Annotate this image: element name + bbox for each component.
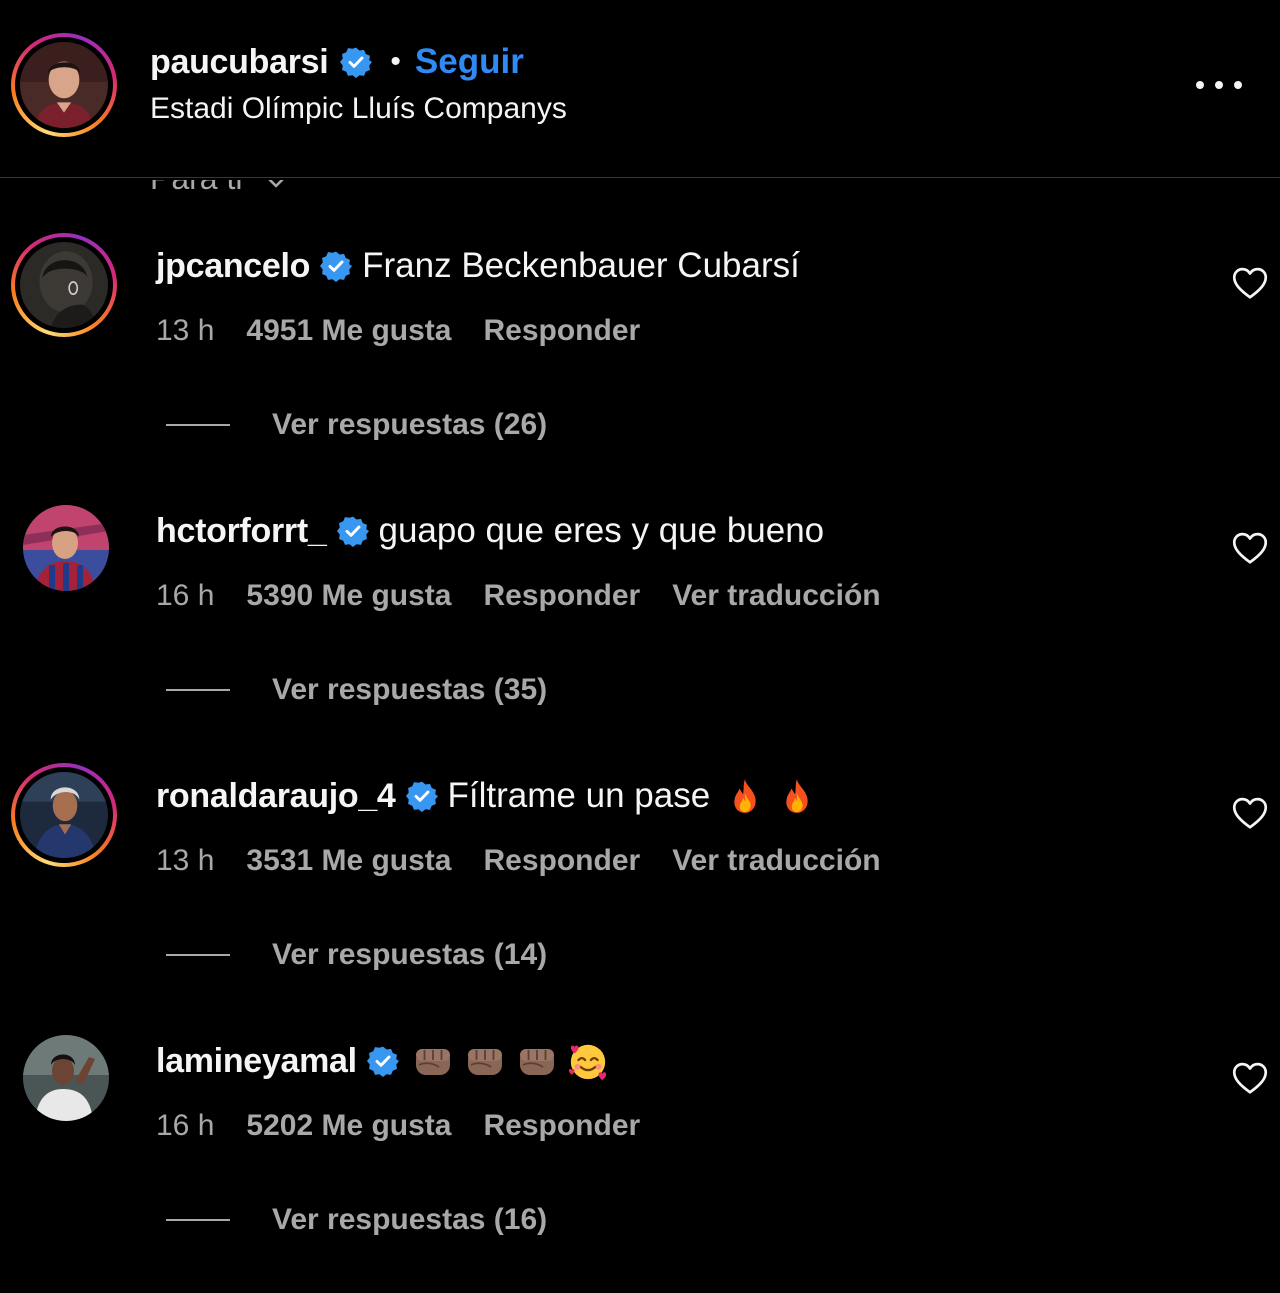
avatar-photo bbox=[20, 42, 108, 128]
reply-button[interactable]: Responder bbox=[483, 844, 640, 878]
comment-time: 13 h bbox=[156, 314, 215, 347]
view-replies-label: Ver respuestas (26) bbox=[272, 408, 548, 441]
commenter-avatar[interactable] bbox=[23, 1035, 109, 1121]
comment-item: jpcancelo Franz Beckenbauer Cubarsí 13 h… bbox=[0, 233, 1280, 498]
comment-text: guapo que eres y que bueno bbox=[378, 511, 825, 550]
fire-emoji-icon bbox=[730, 777, 760, 815]
comment-body: ronaldaraujo_4 Fíltrame un pase bbox=[156, 771, 812, 821]
post-location[interactable]: Estadi Olímpic Lluís Companys bbox=[150, 92, 567, 126]
comment-meta: 13 h 4951 Me gusta Responder bbox=[156, 311, 672, 351]
fist-emoji-icon bbox=[517, 1043, 557, 1079]
verified-badge-icon bbox=[367, 1045, 399, 1077]
post-header: paucubarsi • Seguir Estadi Olímpic Lluís… bbox=[0, 0, 1280, 178]
comment-text: Fíltrame un pase bbox=[447, 776, 711, 815]
avatar-photo bbox=[20, 772, 108, 858]
avatar-photo bbox=[23, 505, 109, 591]
reply-button[interactable]: Responder bbox=[483, 1109, 640, 1143]
replies-divider bbox=[166, 689, 230, 691]
view-replies-label: Ver respuestas (14) bbox=[272, 938, 548, 971]
like-heart-icon[interactable] bbox=[1232, 266, 1268, 300]
see-translation-button[interactable]: Ver traducción bbox=[672, 844, 880, 878]
verified-badge-icon bbox=[406, 780, 438, 812]
view-replies-button[interactable]: Ver respuestas (14) bbox=[166, 935, 547, 975]
like-heart-icon[interactable] bbox=[1232, 1061, 1268, 1095]
comment-item: ronaldaraujo_4 Fíltrame un pase 13 h 353… bbox=[0, 763, 1280, 1028]
like-heart-icon[interactable] bbox=[1232, 796, 1268, 830]
like-heart-icon[interactable] bbox=[1232, 531, 1268, 565]
reply-button[interactable]: Responder bbox=[483, 314, 640, 348]
commenter-avatar[interactable] bbox=[11, 233, 117, 337]
verified-badge-icon bbox=[340, 46, 372, 78]
comment-username[interactable]: hctorforrt_ bbox=[156, 512, 327, 551]
comment-likes[interactable]: 3531 Me gusta bbox=[246, 844, 451, 878]
avatar-photo bbox=[23, 1035, 109, 1121]
profile-avatar[interactable] bbox=[11, 33, 117, 137]
comment-meta: 16 h 5202 Me gusta Responder bbox=[156, 1106, 672, 1146]
post-author-username[interactable]: paucubarsi bbox=[150, 43, 329, 82]
comment-time: 13 h bbox=[156, 844, 215, 877]
avatar-photo bbox=[20, 242, 108, 328]
comment-body: lamineyamal bbox=[156, 1036, 609, 1086]
comment-likes[interactable]: 4951 Me gusta bbox=[246, 314, 451, 348]
view-replies-button[interactable]: Ver respuestas (35) bbox=[166, 670, 547, 710]
comment-item: lamineyamal 16 h 5202 Me gusta Responder… bbox=[0, 1028, 1280, 1293]
comment-meta: 16 h 5390 Me gusta Responder Ver traducc… bbox=[156, 576, 913, 616]
comment-meta: 13 h 3531 Me gusta Responder Ver traducc… bbox=[156, 841, 913, 881]
replies-divider bbox=[166, 954, 230, 956]
comment-text: Franz Beckenbauer Cubarsí bbox=[362, 246, 800, 285]
comment-time: 16 h bbox=[156, 579, 215, 612]
view-replies-button[interactable]: Ver respuestas (26) bbox=[166, 405, 547, 445]
comment-body: hctorforrt_ guapo que eres y que bueno bbox=[156, 506, 824, 556]
commenter-avatar[interactable] bbox=[23, 505, 109, 591]
comment-body: jpcancelo Franz Beckenbauer Cubarsí bbox=[156, 241, 800, 291]
commenter-avatar[interactable] bbox=[11, 763, 117, 867]
view-replies-label: Ver respuestas (16) bbox=[272, 1203, 548, 1236]
comment-username[interactable]: lamineyamal bbox=[156, 1042, 357, 1081]
replies-divider bbox=[166, 424, 230, 426]
header-user-row: paucubarsi • Seguir bbox=[150, 38, 524, 86]
comment-username[interactable]: jpcancelo bbox=[156, 247, 310, 286]
comment-likes[interactable]: 5202 Me gusta bbox=[246, 1109, 451, 1143]
replies-divider bbox=[166, 1219, 230, 1221]
see-translation-button[interactable]: Ver traducción bbox=[672, 579, 880, 613]
more-options-icon[interactable] bbox=[1196, 70, 1242, 100]
separator-dot: • bbox=[390, 45, 401, 78]
smiling-face-with-hearts-emoji-icon bbox=[567, 1040, 609, 1082]
reply-button[interactable]: Responder bbox=[483, 579, 640, 613]
comment-time: 16 h bbox=[156, 1109, 215, 1142]
follow-button[interactable]: Seguir bbox=[415, 42, 524, 82]
fist-emoji-icon bbox=[413, 1043, 453, 1079]
verified-badge-icon bbox=[320, 250, 352, 282]
fist-emoji-icon bbox=[465, 1043, 505, 1079]
fire-emoji-icon bbox=[782, 777, 812, 815]
verified-badge-icon bbox=[337, 515, 369, 547]
comment-item: hctorforrt_ guapo que eres y que bueno 1… bbox=[0, 498, 1280, 763]
comment-likes[interactable]: 5390 Me gusta bbox=[246, 579, 451, 613]
view-replies-button[interactable]: Ver respuestas (16) bbox=[166, 1200, 547, 1240]
comment-username[interactable]: ronaldaraujo_4 bbox=[156, 777, 396, 816]
view-replies-label: Ver respuestas (35) bbox=[272, 673, 548, 706]
